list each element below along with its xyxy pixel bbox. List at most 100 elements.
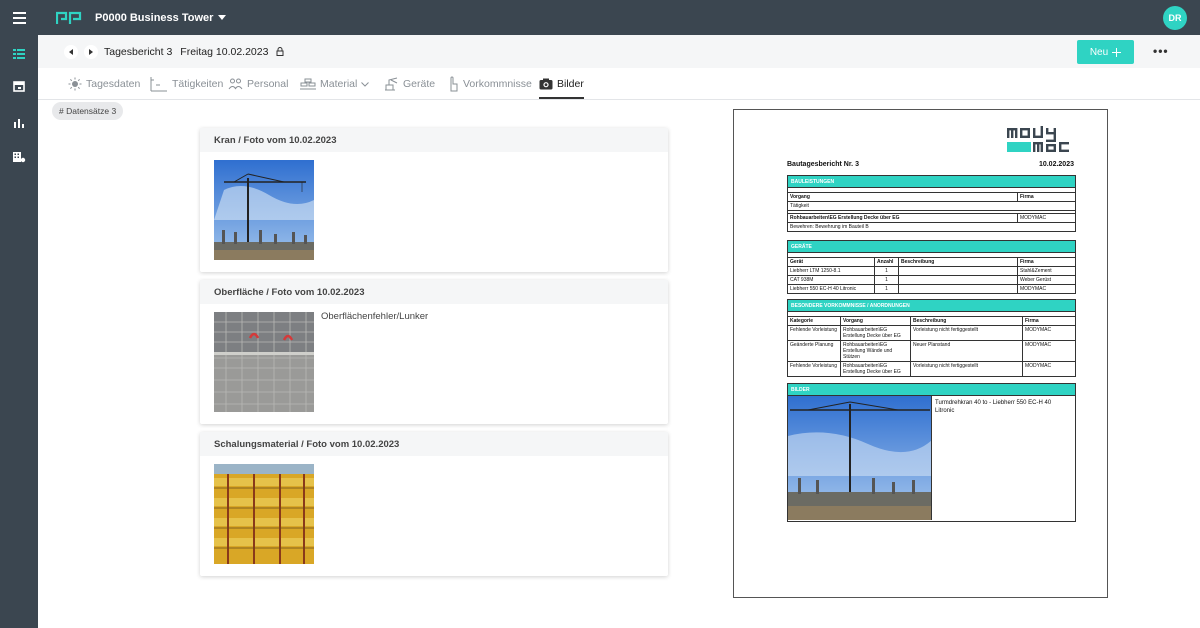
material-icon (300, 78, 316, 90)
table-cell: Fehlende Vorleistung (790, 327, 837, 333)
section-bilder: BILDER Turmdrehkran 40 to - Liebherr 550… (787, 383, 1076, 522)
table-row: Liebherr 550 EC-H 40 Litronic 1 MODYMAC (788, 284, 1075, 293)
column-header: Firma (1017, 258, 1075, 266)
table-row: CAT 938M 1 Weber Gerüst (788, 275, 1075, 284)
table-cell: MODYMAC (1017, 214, 1075, 222)
column-header: Anzahl (874, 258, 898, 266)
table-cell: Vorleistung nicht fertiggestellt (910, 362, 1022, 376)
next-button[interactable] (84, 44, 98, 59)
table-cell: Liebherr 550 EC-H 40 Litronic (790, 286, 857, 292)
people-icon (228, 78, 243, 90)
tab-geraete[interactable]: Geräte (383, 68, 435, 100)
section-heading: GERÄTE (788, 241, 1075, 252)
photo-card[interactable]: Kran / Foto vom 10.02.2023 (200, 128, 668, 272)
chevron-right-icon (89, 48, 93, 55)
new-button[interactable]: Neu (1077, 40, 1134, 64)
table-cell: Geänderte Planung (790, 342, 834, 348)
menu-icon[interactable] (0, 0, 38, 35)
formwork-photo[interactable] (214, 464, 314, 564)
table-row: Fehlende Vorleistung Rohbauarbeiten\EG E… (788, 361, 1075, 376)
table-cell: CAT 938M (790, 277, 814, 283)
calendar-icon[interactable] (12, 79, 26, 93)
column-header: Kategorie (790, 318, 814, 324)
column-header: Firma (1017, 193, 1075, 201)
report-preview[interactable]: Bautagesbericht Nr. 3 10.02.2023 BAULEIS… (733, 109, 1108, 598)
chevron-down-icon (218, 15, 227, 20)
table-cell: Rohbauarbeiten\EG Erstellung Decke über … (840, 362, 910, 376)
photo-card[interactable]: Schalungsmaterial / Foto vom 10.02.2023 (200, 432, 668, 576)
table-cell: Fehlende Vorleistung (790, 363, 837, 369)
card-title: Oberfläche / Foto vom 10.02.2023 (200, 280, 668, 304)
avatar[interactable]: DR (1163, 6, 1187, 30)
surface-photo[interactable] (214, 312, 314, 412)
column-header: Firma (1022, 317, 1075, 325)
previous-button[interactable] (64, 44, 78, 59)
section-heading: BESONDERE VORKOMMNISSE / ANORDNUNGEN (788, 300, 1075, 311)
table-cell (898, 276, 1017, 284)
tab-tagesdaten[interactable]: Tagesdaten (68, 68, 140, 100)
crane-photo[interactable] (214, 160, 314, 260)
tab-taetigkeiten[interactable]: Tätigkeiten (150, 68, 223, 100)
tab-label: Vorkommnisse (463, 78, 532, 90)
project-name: P0000 Business Tower (95, 11, 214, 24)
table-cell: Neuer Planstand (910, 341, 1022, 361)
app-logo[interactable] (56, 11, 82, 25)
table-cell: Bewehren: Bewehrung im Bauteil B (790, 224, 869, 230)
table-cell: 1 (874, 285, 898, 293)
report-doc-date: 10.02.2023 (1038, 161, 1074, 168)
table-cell: MODYMAC (1022, 362, 1075, 376)
report-header: Tagesbericht 3 Freitag 10.02.2023 (38, 35, 1200, 68)
table-cell: Tätigkeit (790, 203, 809, 209)
lock-icon (276, 47, 284, 56)
card-title: Schalungsmaterial / Foto vom 10.02.2023 (200, 432, 668, 456)
chevron-down-icon (361, 81, 370, 87)
section-vorkommnisse: BESONDERE VORKOMMNISSE / ANORDNUNGEN Kat… (787, 299, 1076, 377)
plus-icon (1112, 47, 1122, 57)
table-row: Fehlende Vorleistung Rohbauarbeiten\EG E… (788, 325, 1075, 340)
tab-personal[interactable]: Personal (228, 68, 288, 100)
table-cell: MODYMAC (1022, 326, 1075, 340)
report-doc-title: Bautagesbericht Nr. 3 (787, 161, 859, 168)
section-heading: BILDER (788, 384, 1075, 395)
report-number: Tagesbericht 3 (104, 45, 173, 58)
table-cell: Rohbauarbeiten\EG Erstellung Decke über … (840, 326, 910, 340)
hand-icon (450, 76, 458, 92)
tab-label: Geräte (403, 78, 436, 90)
section-geraete: GERÄTE Gerät Anzahl Beschreibung Firma L… (787, 240, 1076, 294)
tab-bar: Tagesdaten Tätigkeiten Personal Material… (38, 68, 1200, 100)
more-options-button[interactable]: ••• (1153, 44, 1169, 58)
card-title: Kran / Foto vom 10.02.2023 (200, 128, 668, 152)
column-header: Gerät (790, 259, 804, 265)
table-row: Geänderte Planung Rohbauarbeiten\EG Erst… (788, 340, 1075, 361)
camera-icon (539, 78, 553, 90)
column-header: Vorgang (790, 194, 810, 200)
report-crane-photo (788, 396, 932, 520)
tab-label: Tätigkeiten (172, 78, 224, 90)
chart-icon[interactable] (12, 116, 26, 130)
project-selector[interactable]: P0000 Business Tower (95, 11, 227, 24)
sun-icon (68, 77, 82, 91)
activities-icon (150, 77, 167, 92)
table-cell: Vorleistung nicht fertiggestellt (910, 326, 1022, 340)
tab-material[interactable]: Material (300, 68, 370, 100)
section-bauleistungen: BAULEISTUNGEN Vorgang Firma Tätigkeit Ro… (787, 175, 1076, 232)
table-cell: Rohbauarbeiten\EG Erstellung Wände und S… (840, 341, 910, 361)
section-heading: BAULEISTUNGEN (788, 176, 1075, 187)
report-photo-caption: Turmdrehkran 40 to - Liebherr 550 EC-H 4… (935, 400, 1052, 414)
building-settings-icon[interactable] (12, 150, 26, 164)
column-header: Vorgang (840, 317, 910, 325)
table-cell: Liebherr LTM 1250-8.1 (790, 268, 841, 274)
card-description: Oberflächenfehler/Lunker (321, 311, 429, 322)
table-row: Liebherr LTM 1250-8.1 1 Stahl&Zement (788, 266, 1075, 275)
list-icon[interactable] (12, 47, 26, 61)
photo-card[interactable]: Oberfläche / Foto vom 10.02.2023 Oberflä… (200, 280, 668, 424)
table-cell: MODYMAC (1022, 341, 1075, 361)
top-bar: P0000 Business Tower DR (0, 0, 1200, 35)
table-cell (898, 285, 1017, 293)
chevron-left-icon (69, 48, 73, 55)
tab-vorkommnisse[interactable]: Vorkommnisse (447, 68, 532, 100)
crane-icon (385, 77, 398, 91)
left-rail (0, 35, 38, 628)
modymac-logo (1007, 126, 1069, 152)
tab-bilder[interactable]: Bilder (539, 68, 584, 100)
